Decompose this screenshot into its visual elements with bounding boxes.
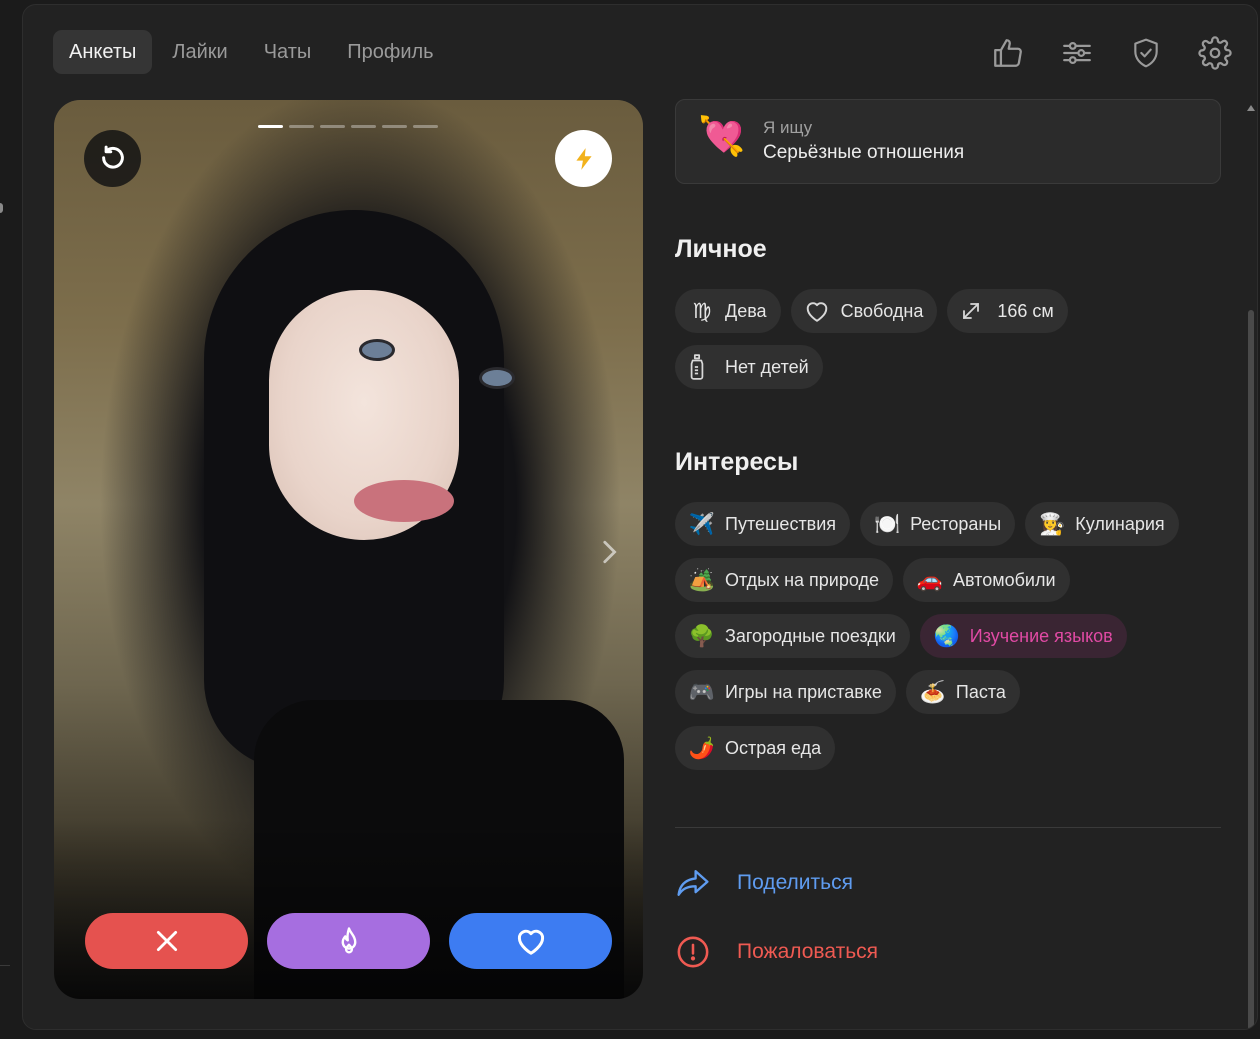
tab-profiles[interactable]: Анкеты <box>53 30 153 74</box>
chip-label: Путешествия <box>725 513 837 534</box>
chip-interest: 🍽️ Рестораны <box>860 502 1016 546</box>
chip-interest: ✈️ Путешествия <box>675 502 851 546</box>
chip-label: Дева <box>725 300 767 321</box>
chip-label: Отдых на природе <box>725 569 879 590</box>
photo-progress-indicator <box>258 125 438 128</box>
main-panel: Анкеты Лайки Чаты Профиль 💘 Я ищу Серьёз… <box>22 4 1258 1030</box>
warning-circle-icon <box>675 934 711 970</box>
chip-interest: 🍝 Паста <box>905 670 1020 714</box>
personal-section-title: Личное <box>675 235 767 263</box>
flame-icon <box>341 927 356 954</box>
chip-label: Рестораны <box>910 513 1002 534</box>
chip-interest: 🌶️ Острая еда <box>675 726 836 770</box>
like-button[interactable] <box>449 913 612 969</box>
chili-pepper-icon: 🌶️ <box>688 736 716 760</box>
heart-arrow-icon: 💘 <box>698 116 746 158</box>
report-label: Пожаловаться <box>737 940 879 963</box>
share-label: Поделиться <box>737 871 853 894</box>
lightning-icon <box>575 147 592 170</box>
photo-progress-segment <box>320 125 345 128</box>
chip-label: Изучение языков <box>969 625 1113 646</box>
window-edge <box>0 0 12 1039</box>
rewind-button[interactable] <box>84 130 141 187</box>
height-arrows-icon <box>959 299 989 323</box>
photo-progress-segment <box>258 125 283 128</box>
chip-interest-highlighted: 🌏 Изучение языков <box>919 614 1127 658</box>
nav-tabs: Анкеты Лайки Чаты Профиль <box>53 30 450 74</box>
boost-button[interactable] <box>555 130 612 187</box>
photo-eye-left <box>362 342 392 358</box>
tree-icon: 🌳 <box>688 624 716 648</box>
edge-divider <box>0 965 10 966</box>
gamepad-icon: 🎮 <box>688 680 716 704</box>
chip-interest: 🌳 Загородные поездки <box>675 614 910 658</box>
chip-label: Паста <box>955 681 1006 702</box>
share-arrow-icon <box>675 865 711 901</box>
chip-label: Острая еда <box>725 737 822 758</box>
scrollbar-thumb[interactable] <box>1248 310 1254 1029</box>
chip-zodiac: ♍︎ Дева <box>675 289 781 333</box>
photo-bottom-fade <box>54 819 643 999</box>
undo-icon <box>101 145 124 169</box>
chip-label: Кулинария <box>1075 513 1165 534</box>
camping-icon: 🏕️ <box>688 568 716 592</box>
dislike-button[interactable] <box>85 913 248 969</box>
report-link[interactable]: Пожаловаться <box>675 934 878 970</box>
interest-chips: ✈️ Путешествия 🍽️ Рестораны 👩‍🍳 Кулинария 🏕… <box>675 502 1223 782</box>
edge-indicator <box>0 203 3 213</box>
looking-for-label: Я ищу <box>763 118 813 137</box>
baby-bottle-icon <box>687 354 717 380</box>
pasta-icon: 🍝 <box>919 680 946 704</box>
plate-cutlery-icon: 🍽️ <box>873 512 901 536</box>
heart-outline-icon <box>803 299 833 323</box>
virgo-icon: ♍︎ <box>692 299 712 323</box>
looking-for-value: Серьёзные отношения <box>763 142 965 163</box>
heart-icon <box>517 929 544 955</box>
photo-lips <box>354 480 454 522</box>
airplane-icon: ✈️ <box>688 512 716 536</box>
globe-icon: 🌏 <box>933 624 960 648</box>
chip-label: Загородные поездки <box>725 625 896 646</box>
swipe-actions <box>85 913 612 969</box>
chip-interest: 🎮 Игры на приставке <box>675 670 896 714</box>
personal-chips: ♍︎ Дева Свободна 166 см Нет детей <box>675 289 1223 401</box>
scrollbar[interactable] <box>1247 105 1255 1029</box>
chip-label: Автомобили <box>953 569 1056 590</box>
looking-for-card: 💘 Я ищу Серьёзные отношения <box>675 99 1221 184</box>
chip-interest: 🏕️ Отдых на природе <box>675 558 893 602</box>
chip-label: 166 см <box>997 300 1054 321</box>
chip-interest: 👩‍🍳 Кулинария <box>1025 502 1179 546</box>
car-icon: 🚗 <box>916 568 944 592</box>
cook-icon: 👩‍🍳 <box>1039 512 1066 536</box>
chevron-right-icon <box>603 540 617 564</box>
scroll-up-arrow[interactable] <box>1247 105 1255 111</box>
chip-children: Нет детей <box>675 345 823 389</box>
chip-relationship-status: Свободна <box>790 289 938 333</box>
profile-photo-card[interactable] <box>54 100 643 999</box>
photo-eye-right <box>482 370 512 386</box>
photo-progress-segment <box>382 125 407 128</box>
tab-profile[interactable]: Профиль <box>331 30 449 74</box>
profile-photo <box>54 100 643 999</box>
tab-chats[interactable]: Чаты <box>248 30 328 74</box>
close-icon <box>156 930 177 952</box>
chip-height: 166 см <box>947 289 1068 333</box>
photo-progress-segment <box>289 125 314 128</box>
tab-likes[interactable]: Лайки <box>156 30 243 74</box>
chip-label: Нет детей <box>725 356 809 377</box>
interests-section-title: Интересы <box>675 448 799 476</box>
photo-progress-segment <box>413 125 438 128</box>
chip-label: Свободна <box>840 300 924 321</box>
photo-progress-segment <box>351 125 376 128</box>
section-divider <box>675 827 1221 828</box>
superlike-button[interactable] <box>267 913 430 969</box>
chip-interest: 🚗 Автомобили <box>903 558 1070 602</box>
chip-label: Игры на приставке <box>725 681 882 702</box>
share-link[interactable]: Поделиться <box>675 865 853 901</box>
profile-details: 💘 Я ищу Серьёзные отношения Личное ♍︎ Де… <box>675 5 1223 1029</box>
next-photo-button[interactable] <box>594 532 624 572</box>
